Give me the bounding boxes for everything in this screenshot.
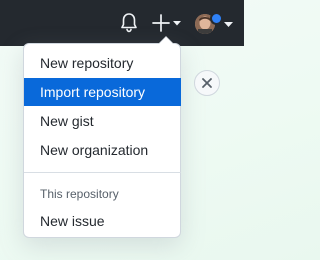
top-navigation-bar (0, 0, 244, 46)
bell-icon[interactable] (119, 12, 139, 34)
plus-icon (152, 14, 170, 32)
chevron-down-icon (173, 21, 181, 26)
menu-divider (24, 172, 181, 173)
menu-item-new-gist[interactable]: New gist (24, 107, 181, 135)
chevron-down-icon (224, 22, 233, 27)
create-new-button[interactable] (152, 12, 182, 34)
menu-item-import-repository[interactable]: Import repository (24, 78, 181, 106)
dismiss-button[interactable] (194, 70, 220, 96)
create-dropdown-menu: New repository Import repository New gis… (23, 36, 181, 238)
menu-item-new-organization[interactable]: New organization (24, 136, 181, 164)
notification-dot (210, 12, 223, 25)
menu-item-new-repository[interactable]: New repository (24, 49, 181, 77)
user-menu-button[interactable] (195, 12, 237, 36)
menu-item-new-issue[interactable]: New issue (24, 207, 181, 235)
menu-section-label: This repository (40, 187, 119, 201)
close-icon (202, 78, 212, 88)
